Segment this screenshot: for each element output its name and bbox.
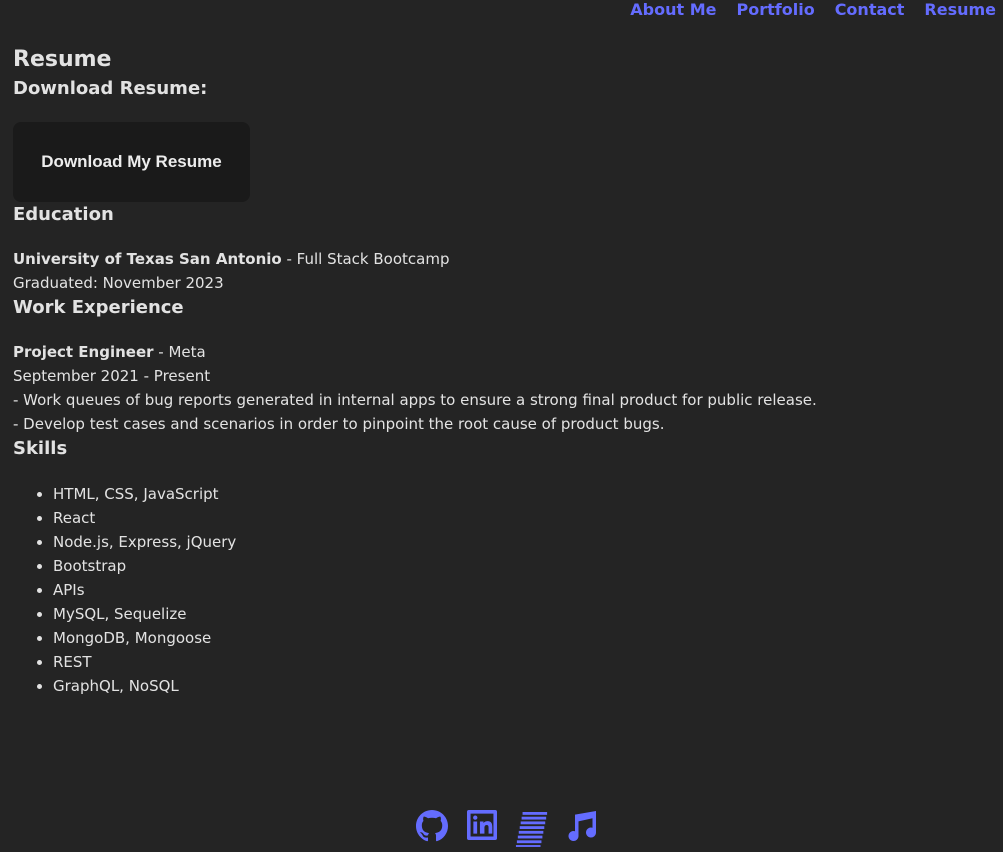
skill-item: React bbox=[53, 506, 993, 530]
github-icon[interactable] bbox=[415, 810, 449, 850]
skill-item: Node.js, Express, jQuery bbox=[53, 530, 993, 554]
nav-link-portfolio[interactable]: Portfolio bbox=[737, 0, 815, 20]
skill-item: REST bbox=[53, 650, 993, 674]
download-resume-button[interactable]: Download My Resume bbox=[13, 122, 250, 202]
skills-heading: Skills bbox=[13, 438, 68, 459]
skills-list: HTML, CSS, JavaScript React Node.js, Exp… bbox=[13, 482, 993, 698]
program-name: - Full Stack Bootcamp bbox=[281, 250, 450, 268]
education-heading: Education bbox=[13, 204, 114, 225]
nav-link-resume[interactable]: Resume bbox=[924, 0, 996, 20]
skill-item: HTML, CSS, JavaScript bbox=[53, 482, 993, 506]
job-title: Project Engineer bbox=[13, 343, 154, 361]
work-experience-heading: Work Experience bbox=[13, 297, 184, 318]
job-bullet: - Develop test cases and scenarios in or… bbox=[13, 415, 665, 433]
page-title: Resume bbox=[13, 47, 112, 72]
graduation-date: Graduated: November 2023 bbox=[13, 274, 224, 292]
skill-item: MongoDB, Mongoose bbox=[53, 626, 993, 650]
download-heading: Download Resume: bbox=[13, 78, 208, 99]
top-nav: About Me Portfolio Contact Resume bbox=[630, 0, 996, 20]
footer-social-links bbox=[5, 810, 1003, 850]
resume-content: Resume Download Resume: Download My Resu… bbox=[13, 44, 993, 698]
resume-lines-icon[interactable] bbox=[515, 810, 549, 850]
job-dates: September 2021 - Present bbox=[13, 367, 211, 385]
job-bullet: - Work queues of bug reports generated i… bbox=[13, 391, 817, 409]
work-entry: Project Engineer - Meta September 2021 -… bbox=[13, 340, 993, 436]
nav-link-about-me[interactable]: About Me bbox=[630, 0, 716, 20]
nav-link-contact[interactable]: Contact bbox=[835, 0, 905, 20]
education-line: University of Texas San Antonio - Full S… bbox=[13, 247, 993, 271]
music-note-icon[interactable] bbox=[565, 810, 599, 850]
skill-item: MySQL, Sequelize bbox=[53, 602, 993, 626]
education-entry: University of Texas San Antonio - Full S… bbox=[13, 247, 993, 295]
skill-item: GraphQL, NoSQL bbox=[53, 674, 993, 698]
company-name: - Meta bbox=[153, 343, 206, 361]
job-line: Project Engineer - Meta bbox=[13, 340, 993, 364]
skill-item: Bootstrap bbox=[53, 554, 993, 578]
school-name: University of Texas San Antonio bbox=[13, 250, 282, 268]
skill-item: APIs bbox=[53, 578, 993, 602]
linkedin-icon[interactable] bbox=[465, 810, 499, 850]
